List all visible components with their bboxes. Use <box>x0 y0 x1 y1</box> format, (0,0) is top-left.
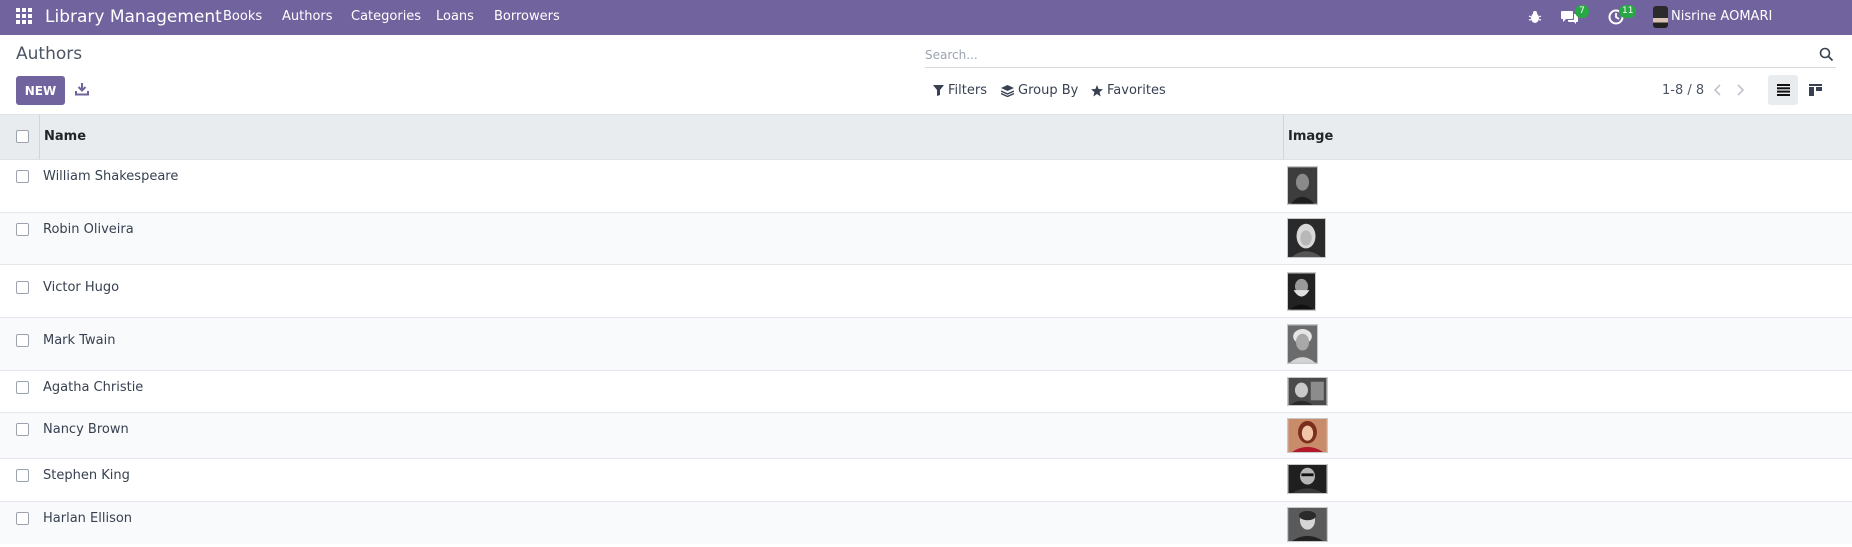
row-checkbox[interactable] <box>16 381 29 394</box>
column-header-image[interactable]: Image <box>1288 115 1333 159</box>
author-photo <box>1287 377 1328 406</box>
search-input[interactable] <box>925 44 1805 66</box>
menu-borrowers[interactable]: Borrowers <box>494 0 560 35</box>
row-checkbox[interactable] <box>16 281 29 294</box>
author-photo <box>1287 418 1328 453</box>
author-name: Nancy Brown <box>43 422 129 437</box>
kanban-view-button[interactable] <box>1800 75 1830 105</box>
table-row[interactable]: Robin Oliveira <box>0 213 1852 265</box>
table-header: Name Image <box>0 114 1852 160</box>
user-menu[interactable]: Nisrine AOMARI (NourDataB) <box>1671 0 1852 57</box>
list-view-button[interactable] <box>1768 75 1798 105</box>
menu-loans[interactable]: Loans <box>436 0 474 35</box>
table-row[interactable]: Harlan Ellison <box>0 502 1852 544</box>
row-checkbox[interactable] <box>16 423 29 436</box>
favorites-button[interactable]: Favorites <box>1091 83 1166 98</box>
author-name: Victor Hugo <box>43 280 120 295</box>
author-name: Mark Twain <box>43 333 116 348</box>
table-row[interactable]: Stephen King <box>0 459 1852 502</box>
select-all-checkbox[interactable] <box>16 130 29 143</box>
bug-icon[interactable] <box>1528 10 1542 24</box>
search-bar <box>925 44 1836 68</box>
apps-icon[interactable] <box>16 8 32 24</box>
search-icon[interactable] <box>1819 47 1834 62</box>
layers-icon <box>1001 84 1014 97</box>
activities-badge: 11 <box>1619 5 1637 18</box>
author-photo <box>1287 218 1326 258</box>
top-navbar: Library Management Books Authors Categor… <box>0 0 1852 57</box>
authors-table: Name Image William Shakespeare Robin Oli… <box>0 114 1852 544</box>
row-checkbox[interactable] <box>16 469 29 482</box>
table-row[interactable]: Nancy Brown <box>0 413 1852 459</box>
table-row[interactable]: Agatha Christie <box>0 371 1852 413</box>
author-photo <box>1287 272 1316 311</box>
author-photo <box>1287 324 1318 364</box>
filters-label: Filters <box>948 83 987 98</box>
author-photo <box>1287 166 1318 205</box>
author-name: Harlan Ellison <box>43 511 133 526</box>
star-icon <box>1091 84 1103 96</box>
filter-icon <box>933 85 944 96</box>
download-icon[interactable] <box>75 82 89 96</box>
kanban-view-icon <box>1808 84 1822 96</box>
messages-badge: 7 <box>1575 5 1589 18</box>
avatar[interactable] <box>1653 6 1668 28</box>
app-name[interactable]: Library Management <box>45 0 222 35</box>
row-checkbox[interactable] <box>16 223 29 236</box>
column-header-name[interactable]: Name <box>44 115 86 159</box>
author-photo <box>1287 464 1328 494</box>
chevron-left-icon[interactable] <box>1713 84 1723 96</box>
author-name: Stephen King <box>43 468 130 483</box>
list-view-icon <box>1776 84 1790 96</box>
author-name: William Shakespeare <box>43 169 179 184</box>
table-row[interactable]: Victor Hugo <box>0 265 1852 318</box>
group-by-button[interactable]: Group By <box>1001 83 1078 98</box>
menu-categories[interactable]: Categories <box>351 0 421 35</box>
row-checkbox[interactable] <box>16 170 29 183</box>
row-checkbox[interactable] <box>16 512 29 525</box>
table-row[interactable]: William Shakespeare <box>0 160 1852 213</box>
author-photo <box>1287 507 1328 542</box>
table-row[interactable]: Mark Twain <box>0 318 1852 371</box>
filters-button[interactable]: Filters <box>933 83 987 98</box>
pager-value[interactable]: 1-8 / 8 <box>1662 83 1704 98</box>
menu-books[interactable]: Books <box>223 0 262 35</box>
author-name: Robin Oliveira <box>43 222 134 237</box>
group-by-label: Group By <box>1018 83 1079 98</box>
favorites-label: Favorites <box>1107 83 1166 98</box>
row-checkbox[interactable] <box>16 334 29 347</box>
page-title: Authors <box>16 44 83 64</box>
new-button[interactable]: NEW <box>16 76 65 105</box>
author-name: Agatha Christie <box>43 380 144 395</box>
menu-authors[interactable]: Authors <box>282 0 333 35</box>
chevron-right-icon[interactable] <box>1735 84 1745 96</box>
